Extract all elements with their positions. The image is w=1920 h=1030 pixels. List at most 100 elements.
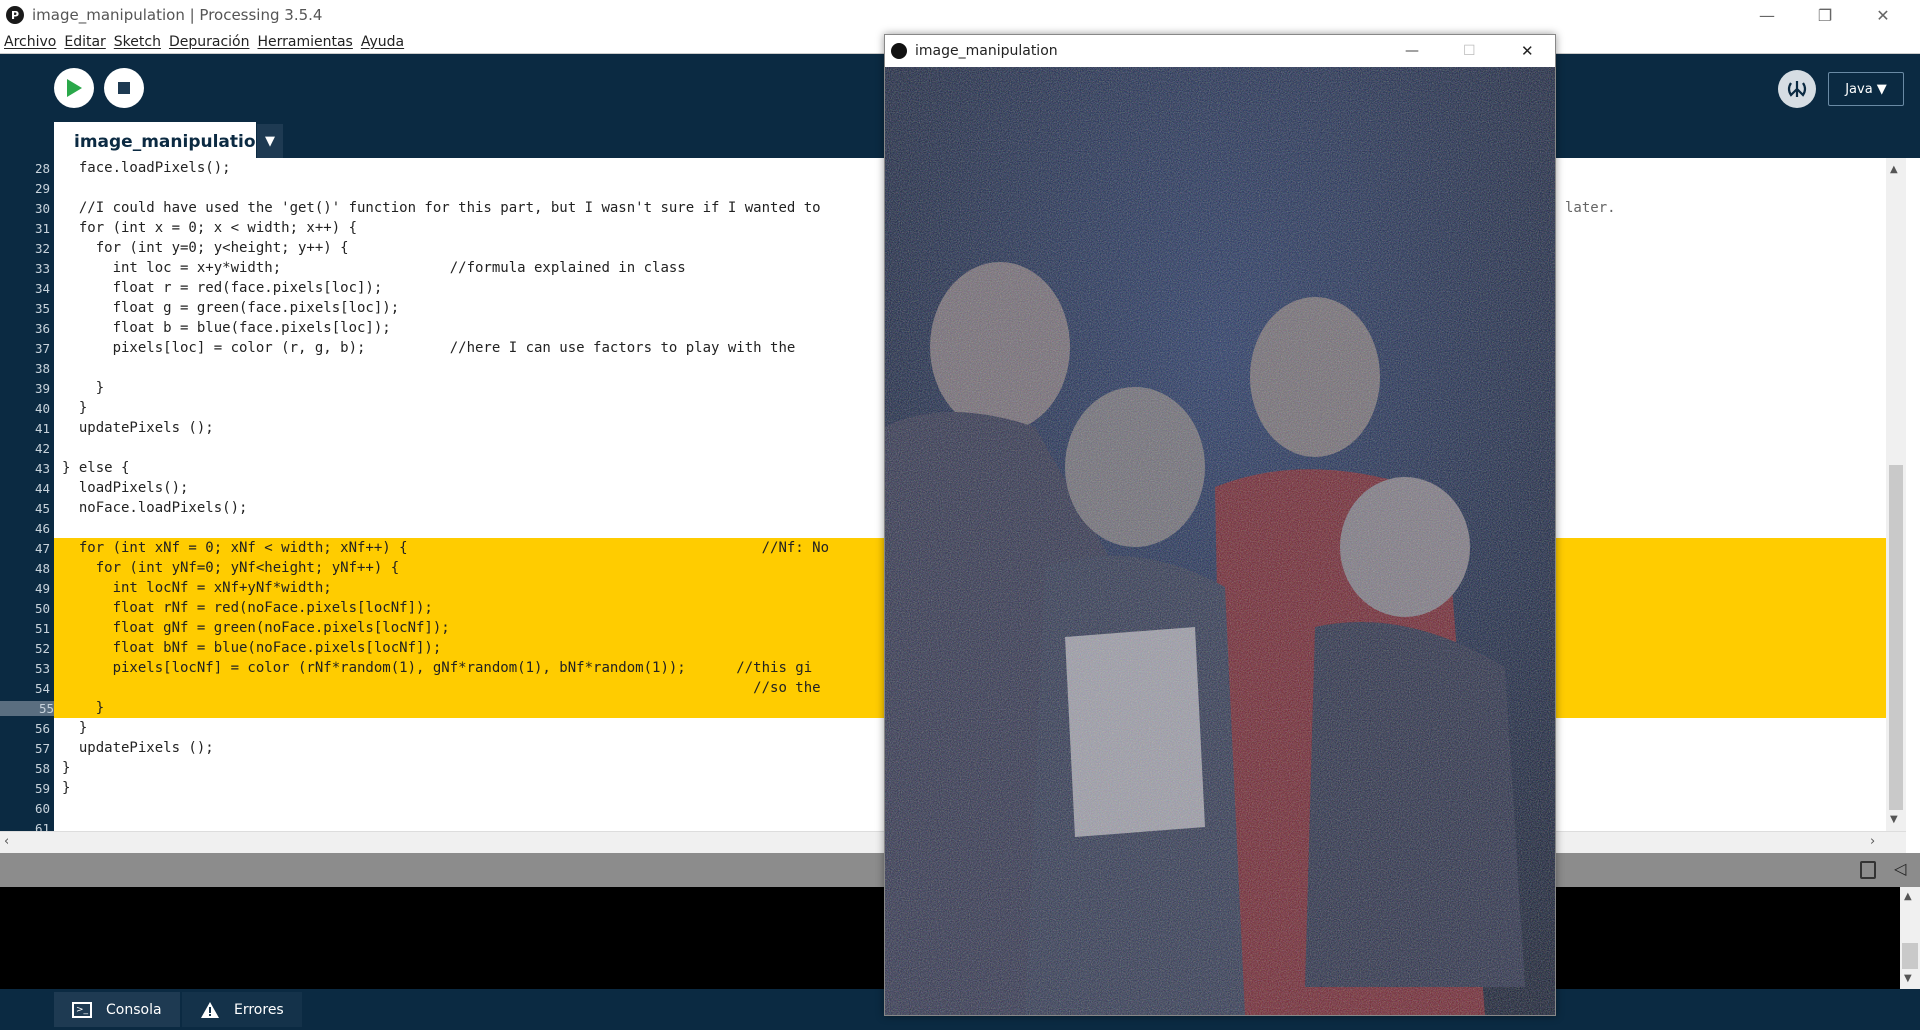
line-number: 31 (34, 221, 50, 236)
code-line: float r = red(face.pixels[loc]); (62, 280, 383, 296)
code-line: } (62, 400, 88, 416)
line-number: 34 (34, 281, 50, 296)
code-line: float b = blue(face.pixels[loc]); (62, 320, 391, 336)
mode-selector[interactable]: Java ▼ (1828, 72, 1904, 106)
code-line: noFace.loadPixels(); (62, 500, 248, 516)
code-line: updatePixels (); (62, 420, 214, 436)
code-line: for (int x = 0; x < width; x++) { (62, 220, 358, 236)
line-number: 49 (34, 581, 50, 596)
code-line: for (int xNf = 0; xNf < width; xNf++) { … (62, 540, 830, 556)
scroll-up-icon[interactable]: ▲ (1890, 164, 1898, 175)
run-button[interactable] (54, 68, 94, 108)
stop-button[interactable] (104, 68, 144, 108)
sketch-minimize-button[interactable]: — (1405, 43, 1419, 59)
line-number: 42 (34, 441, 50, 456)
console-scrollbar[interactable]: ▲ ▼ (1900, 887, 1920, 989)
line-number: 45 (34, 501, 50, 516)
menu-ayuda[interactable]: Ayuda (357, 34, 408, 50)
console-scroll-down-icon[interactable]: ▼ (1904, 973, 1912, 984)
line-number-gutter: 28 29 30 31 32 33 34 35 36 37 38 39 40 41 42 43 44 45 46 47… (0, 158, 54, 831)
code-line: float bNf = blue(noFace.pixels[locNf]); (62, 640, 442, 656)
menu-editar[interactable]: Editar (60, 34, 109, 50)
tab-errors[interactable]: Errores (182, 992, 302, 1027)
line-number: 52 (34, 641, 50, 656)
noisy-family-photo (885, 67, 1555, 1015)
overflow-comment: later. (1565, 200, 1616, 216)
sketch-canvas (885, 67, 1555, 1015)
copy-console-icon[interactable] (1860, 861, 1876, 879)
code-line: float g = green(face.pixels[loc]); (62, 300, 400, 316)
line-number: 57 (34, 741, 50, 756)
line-number: 59 (34, 781, 50, 796)
close-button[interactable]: ✕ (1854, 0, 1912, 30)
console-icon: >_ (72, 1001, 92, 1018)
console-scroll-up-icon[interactable]: ▲ (1904, 891, 1912, 902)
menu-archivo[interactable]: Archivo (0, 34, 60, 50)
editor-scroll-thumb[interactable] (1889, 465, 1903, 810)
line-number: 30 (34, 201, 50, 216)
sketch-window-titlebar: image_manipulation — ☐ ✕ (885, 35, 1555, 67)
code-line: float rNf = red(noFace.pixels[locNf]); (62, 600, 433, 616)
warning-icon (201, 1001, 219, 1018)
line-number: 44 (34, 481, 50, 496)
console-scroll-thumb[interactable] (1902, 943, 1918, 969)
play-icon (67, 79, 82, 97)
line-number: 35 (34, 301, 50, 316)
code-line: } (62, 720, 88, 736)
line-number: 46 (34, 521, 50, 536)
console-tab-label: Consola (106, 1001, 162, 1018)
scroll-down-icon[interactable]: ▼ (1890, 814, 1898, 825)
line-number: 61 (34, 821, 50, 831)
code-line: } (62, 380, 105, 396)
code-line: loadPixels(); (62, 480, 189, 496)
code-line: pixels[loc] = color (r, g, b); //here I … (62, 340, 796, 356)
code-line: updatePixels (); (62, 740, 214, 756)
code-line: for (int y=0; y<height; y++) { (62, 240, 349, 256)
line-number: 38 (34, 361, 50, 376)
menu-sketch[interactable]: Sketch (110, 34, 165, 50)
line-number: 43 (34, 461, 50, 476)
code-line: } (62, 780, 71, 796)
code-line: //I could have used the 'get()' function… (62, 200, 821, 216)
restore-button[interactable]: ❐ (1796, 0, 1854, 30)
line-number: 56 (34, 721, 50, 736)
line-number: 29 (34, 181, 50, 196)
tab-menu-button[interactable]: ▼ (257, 124, 283, 158)
code-line: float gNf = green(noFace.pixels[locNf]); (62, 620, 450, 636)
line-number: 58 (34, 761, 50, 776)
butterfly-debug-icon (1787, 81, 1807, 97)
code-line: int locNf = xNf+yNf*width; (62, 580, 332, 596)
line-number: 41 (34, 421, 50, 436)
scroll-right-icon[interactable]: › (1870, 834, 1875, 849)
line-number: 55 (0, 701, 54, 716)
sketch-maximize-button[interactable]: ☐ (1463, 43, 1476, 59)
line-number: 28 (34, 161, 50, 176)
code-line: pixels[locNf] = color (rNf*random(1), gN… (62, 660, 813, 676)
tab-image-manipulation[interactable]: image_manipulation (54, 122, 268, 158)
processing-logo-icon: P (6, 6, 24, 24)
sketch-window: image_manipulation — ☐ ✕ (884, 34, 1556, 1016)
line-number: 40 (34, 401, 50, 416)
menu-depuracion[interactable]: Depuración (165, 34, 254, 50)
line-number: 60 (34, 801, 50, 816)
scroll-left-icon[interactable]: ‹ (4, 834, 9, 849)
code-line: } else { (62, 460, 130, 476)
code-line: //so the (62, 680, 821, 696)
sketch-close-button[interactable]: ✕ (1521, 42, 1534, 60)
menu-herramientas[interactable]: Herramientas (253, 34, 356, 50)
line-number: 53 (34, 661, 50, 676)
collapse-console-icon[interactable]: ◁ (1894, 859, 1906, 878)
processing-logo-icon (891, 43, 907, 59)
line-number: 47 (34, 541, 50, 556)
tab-console[interactable]: >_ Consola (54, 992, 180, 1027)
code-line: for (int yNf=0; yNf<height; yNf++) { (62, 560, 400, 576)
minimize-button[interactable]: — (1738, 0, 1796, 30)
line-number: 37 (34, 341, 50, 356)
line-number: 32 (34, 241, 50, 256)
line-number: 51 (34, 621, 50, 636)
code-line: int loc = x+y*width; //formula explained… (62, 260, 686, 276)
line-number: 33 (34, 261, 50, 276)
errors-tab-label: Errores (234, 1001, 284, 1018)
code-line: } (62, 700, 105, 716)
debugger-button[interactable] (1778, 70, 1816, 108)
